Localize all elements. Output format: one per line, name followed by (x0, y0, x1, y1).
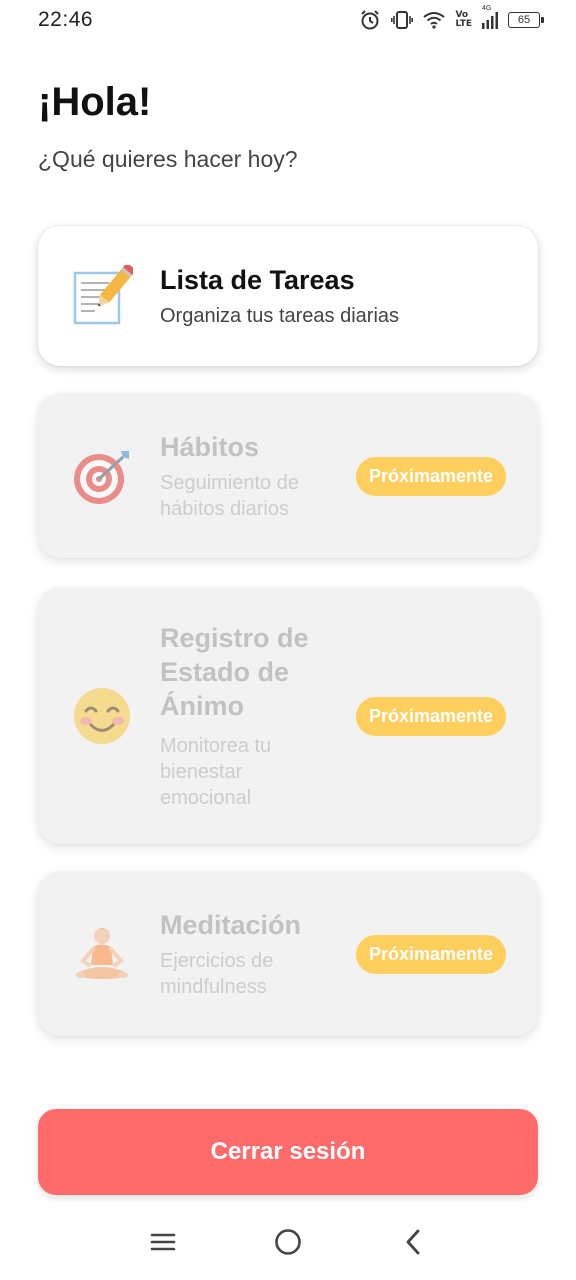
status-icons: Vo LTE 4G 65 (359, 5, 544, 31)
alarm-icon (359, 9, 381, 31)
card-habitos: Hábitos Seguimiento de hábitos diarios P… (38, 394, 538, 558)
back-icon[interactable] (393, 1222, 433, 1262)
system-nav-bar (0, 1203, 576, 1280)
memo-icon (70, 264, 134, 328)
card-description: Seguimiento de hábitos diarios (160, 472, 299, 520)
card-text: Hábitos Seguimiento de hábitos diarios (160, 430, 356, 522)
signal-icon: 4G (482, 5, 498, 29)
coming-soon-badge: Próximamente (355, 934, 506, 974)
card-description: Organiza tus tareas diarias (160, 305, 400, 327)
card-title: Hábitos (160, 432, 260, 462)
network-gen: 4G (482, 5, 492, 12)
smiling-face-icon (70, 684, 134, 748)
card-lista-de-tareas[interactable]: Lista de Tareas Organiza tus tareas diar… (38, 226, 538, 366)
card-title: Registro de Estado de Ánimo (160, 623, 309, 721)
battery-icon: 65 (508, 12, 544, 28)
card-registro-estado-animo: Registro de Estado de Ánimo Monitorea tu… (38, 588, 538, 844)
meditation-icon (70, 922, 134, 986)
card-text: Lista de Tareas Organiza tus tareas diar… (160, 263, 506, 329)
status-time: 22:46 (38, 8, 94, 31)
card-description: Ejercicios de mindfulness (160, 950, 274, 998)
card-description: Monitorea tu bienestar emocional (160, 735, 272, 809)
card-title: Meditación (160, 910, 302, 940)
battery-level: 65 (517, 14, 531, 26)
card-meditacion: Meditación Ejercicios de mindfulness Pró… (38, 872, 538, 1036)
vibrate-icon (391, 10, 414, 30)
target-icon (70, 444, 134, 508)
wifi-icon (423, 11, 446, 29)
logout-button[interactable]: Cerrar sesión (38, 1109, 538, 1195)
coming-soon-badge: Próximamente (355, 456, 506, 496)
card-title: Lista de Tareas (160, 265, 355, 295)
card-text: Registro de Estado de Ánimo Monitorea tu… (160, 621, 356, 811)
menu-icon[interactable] (143, 1222, 183, 1262)
volte-indicator: Vo LTE (455, 11, 472, 29)
card-text: Meditación Ejercicios de mindfulness (160, 908, 356, 1000)
page-title: ¡Hola! (38, 80, 152, 124)
status-bar: 22:46 Vo LTE 4G 65 (0, 0, 576, 40)
home-icon[interactable] (268, 1222, 308, 1262)
volte-bottom: LTE (455, 19, 472, 29)
coming-soon-badge: Próximamente (355, 696, 506, 736)
page-subtitle: ¿Qué quieres hacer hoy? (38, 146, 298, 172)
